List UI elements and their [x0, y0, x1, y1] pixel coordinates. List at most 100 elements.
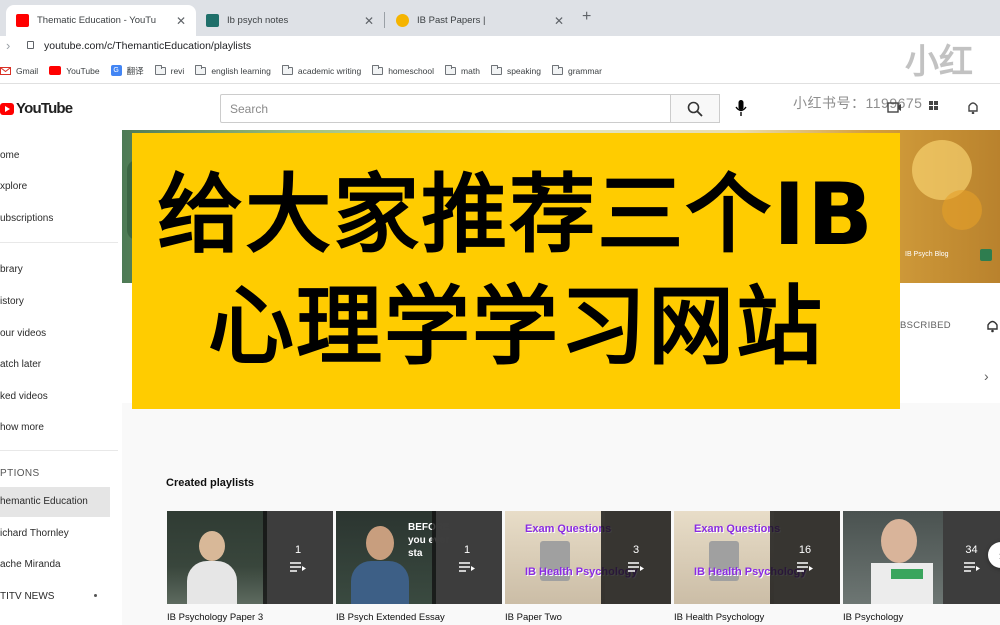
bookmark-label: revi: [170, 65, 185, 76]
search-icon: [687, 101, 703, 117]
paper-stripe: [891, 569, 923, 579]
forward-arrow-icon[interactable]: ›: [6, 38, 10, 53]
bookmark-label: YouTube: [66, 65, 100, 76]
lock-icon[interactable]: [27, 41, 34, 49]
browser-tab-strip: Thematic Education - YouTu ✕ Ib psych no…: [0, 0, 1000, 36]
sidebar: ome xplore ubscriptions brary istory our…: [0, 130, 120, 625]
thumbnail-image: [167, 511, 267, 604]
sidebar-item-your-videos[interactable]: our videos: [0, 324, 46, 344]
bookmark-math[interactable]: math: [445, 64, 480, 76]
thumbnail-image: BEFORE you ever sta: [336, 511, 450, 604]
bookmark-gmail[interactable]: Gmail: [0, 66, 38, 76]
bookmarks-bar: Gmail YouTube G 翻译 revi english learning…: [0, 58, 1000, 84]
new-tab-button[interactable]: +: [582, 8, 591, 26]
bookmark-label: math: [461, 65, 480, 76]
sidebar-sub-titv-news[interactable]: TITV NEWS: [0, 587, 54, 607]
youtube-play-icon: [0, 102, 14, 115]
banner-link-icon[interactable]: [980, 249, 992, 261]
gmail-icon: [0, 66, 11, 75]
sidebar-sub-richard-thornley[interactable]: ichard Thornley: [0, 524, 69, 544]
presenter-body: [187, 561, 237, 604]
youtube-icon: [49, 66, 62, 75]
create-video-icon[interactable]: [887, 100, 901, 114]
sidebar-divider: [0, 450, 118, 451]
tab-thematic-education[interactable]: Thematic Education - YouTu ✕: [6, 5, 196, 36]
folder-icon: [281, 64, 293, 75]
playlist-queue-icon: [797, 561, 813, 572]
presenter-head: [366, 526, 394, 560]
close-tab-icon[interactable]: ✕: [364, 14, 374, 28]
channel-bell-icon[interactable]: [986, 319, 999, 333]
thumbnail-image: [843, 511, 943, 604]
microphone-icon[interactable]: [735, 100, 747, 117]
playlist-thumbnail[interactable]: BEFORE you ever sta 1: [336, 511, 502, 604]
apps-grid-icon[interactable]: [928, 100, 942, 114]
playlist-count-overlay: 16: [770, 511, 840, 604]
folder-icon: [372, 64, 384, 75]
playlist-thumbnail[interactable]: 34: [843, 511, 1000, 604]
bookmark-label: speaking: [506, 65, 541, 76]
bookmark-speaking[interactable]: speaking: [490, 64, 541, 76]
notifications-bell-icon[interactable]: [966, 100, 980, 114]
bookmark-label: academic writing: [297, 65, 362, 76]
video-count: 34: [965, 543, 978, 556]
sidebar-sub-nache-miranda[interactable]: ache Miranda: [0, 555, 61, 575]
playlist-thumbnail[interactable]: Exam Questions IB Health Psychology 16: [674, 511, 840, 604]
translate-icon: G: [110, 65, 122, 76]
bookmark-homeschool[interactable]: homeschool: [372, 64, 434, 76]
youtube-favicon-icon: [16, 14, 29, 27]
sidebar-sub-thematic-education[interactable]: hemantic Education: [0, 487, 110, 517]
presenter-body: [351, 561, 409, 604]
sidebar-item-liked-videos[interactable]: ked videos: [0, 387, 48, 407]
sidebar-item-subscriptions[interactable]: ubscriptions: [0, 209, 53, 229]
tab-ib-psych-notes[interactable]: Ib psych notes ✕: [196, 5, 384, 36]
playlist-title[interactable]: IB Paper Two: [505, 612, 562, 623]
playlist-thumbnail[interactable]: Exam Questions IB Health Psychology 3: [505, 511, 671, 604]
bookmark-english-learning[interactable]: english learning: [195, 64, 271, 76]
sidebar-item-show-more[interactable]: how more: [0, 418, 44, 438]
playlist-queue-icon: [628, 561, 644, 572]
sidebar-item-home[interactable]: ome: [0, 146, 19, 166]
thumbnail-title-text: Exam Questions: [694, 523, 781, 535]
playlist-title[interactable]: IB Psychology: [843, 612, 903, 623]
address-bar: › youtube.com/c/ThemanticEducation/playl…: [0, 36, 1000, 58]
bookmark-label: 翻译: [126, 65, 144, 76]
playlist-queue-icon: [963, 561, 980, 572]
playlist-count-overlay: 1: [263, 511, 333, 604]
playlist-title[interactable]: IB Psych Extended Essay: [336, 612, 445, 623]
video-count: 3: [632, 543, 640, 556]
tab-title: Thematic Education - YouTu: [37, 15, 156, 26]
close-tab-icon[interactable]: ✕: [176, 14, 186, 28]
folder-icon: [195, 64, 207, 75]
sidebar-item-explore[interactable]: xplore: [0, 177, 27, 197]
playlist-title[interactable]: IB Health Psychology: [674, 612, 764, 623]
tabs-scroll-right-icon[interactable]: ›: [984, 368, 989, 384]
bookmark-grammar[interactable]: grammar: [551, 64, 602, 76]
tab-title: Ib psych notes: [227, 15, 289, 26]
bookmark-academic-writing[interactable]: academic writing: [281, 64, 362, 76]
notes-favicon-icon: [206, 14, 219, 27]
search-button[interactable]: [671, 94, 720, 123]
subscribed-button[interactable]: BSCRIBED: [900, 320, 951, 331]
video-count: 16: [798, 543, 812, 556]
bookmark-revi[interactable]: revi: [154, 64, 185, 76]
tab-ib-past-papers[interactable]: IB Past Papers | ✕: [386, 5, 574, 36]
caption-line-2: 心理学学习网站: [208, 277, 824, 377]
bookmark-translate[interactable]: G 翻译: [110, 65, 144, 77]
subscriptions-heading: PTIONS: [0, 468, 40, 479]
playlist-title[interactable]: IB Psychology Paper 3: [167, 612, 263, 623]
playlist-thumbnail[interactable]: 1: [167, 511, 333, 604]
search-input[interactable]: [220, 94, 671, 123]
sidebar-divider: [0, 242, 118, 243]
youtube-logo[interactable]: YouTube: [0, 100, 73, 117]
url-field[interactable]: youtube.com/c/ThemanticEducation/playlis…: [44, 40, 251, 52]
sidebar-item-library[interactable]: brary: [0, 260, 23, 280]
banner-link-label[interactable]: IB Psych Blog: [905, 251, 949, 258]
youtube-logo-text: YouTube: [16, 100, 73, 117]
bookmark-youtube[interactable]: YouTube: [49, 65, 100, 76]
playlist-queue-icon: [290, 561, 306, 572]
sidebar-item-history[interactable]: istory: [0, 292, 24, 312]
close-tab-icon[interactable]: ✕: [554, 14, 564, 28]
sidebar-item-watch-later[interactable]: atch later: [0, 355, 41, 375]
tab-divider: [384, 12, 385, 28]
